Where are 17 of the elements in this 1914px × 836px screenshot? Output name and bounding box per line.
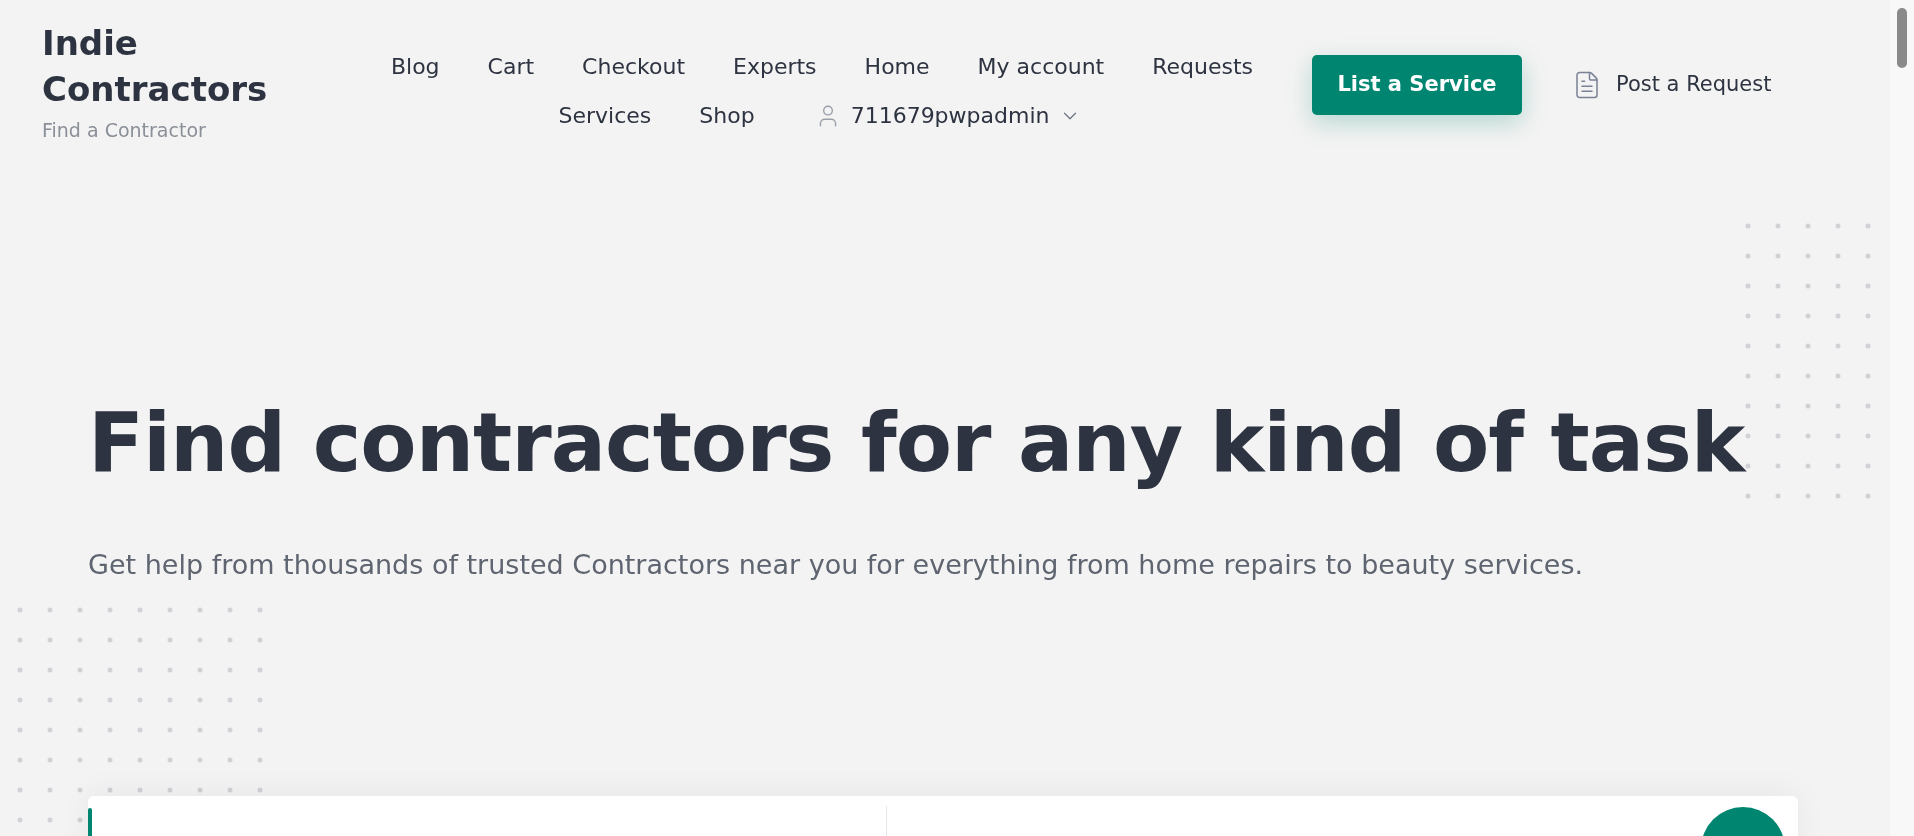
nav-link[interactable]: Requests [1152, 50, 1254, 83]
nav-link[interactable]: Cart [487, 50, 535, 83]
nav-link[interactable]: Home [864, 50, 930, 83]
nav-link[interactable]: Services [558, 99, 652, 132]
nav-link[interactable]: Experts [733, 50, 817, 83]
site-title[interactable]: Indie Contractors [42, 20, 282, 112]
site-tagline: Find a Contractor [42, 118, 207, 143]
nav-link[interactable]: Shop [699, 99, 755, 132]
nav-link[interactable]: Blog [390, 50, 440, 83]
nav-link[interactable]: Checkout [582, 50, 686, 83]
hero-heading: Find contractors for any kind of task [88, 393, 1745, 492]
user-menu[interactable]: 711679pwpadmin [810, 99, 1086, 132]
scrollbar[interactable] [1890, 0, 1914, 836]
hero-subheading: Get help from thousands of trusted Contractors near you for everything from home repairs to beauty services. [88, 547, 1585, 582]
nav-link[interactable]: My account [977, 50, 1105, 83]
list-service-button[interactable]: List a Service [1312, 55, 1522, 115]
post-request-link[interactable]: Post a Request [1572, 69, 1772, 101]
